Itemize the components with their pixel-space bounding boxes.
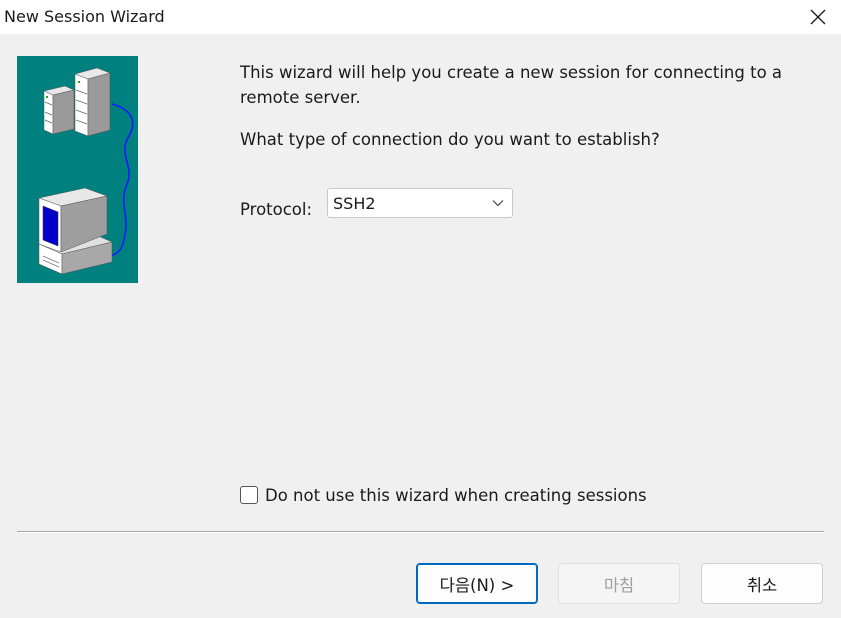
skip-wizard-label[interactable]: Do not use this wizard when creating ses…	[265, 486, 647, 505]
protocol-dropdown[interactable]: SSH2	[327, 188, 513, 218]
separator	[17, 531, 824, 533]
close-button[interactable]	[795, 0, 841, 34]
computer-server-illustration	[17, 56, 138, 283]
intro-text: This wizard will help you create a new s…	[240, 63, 783, 107]
protocol-label: Protocol:	[240, 200, 313, 219]
title-bar: New Session Wizard	[0, 0, 841, 34]
close-icon	[810, 9, 826, 25]
window-title: New Session Wizard	[4, 7, 165, 26]
server-small-icon	[43, 85, 75, 135]
protocol-selected-value: SSH2	[333, 194, 376, 213]
finish-button[interactable]: 마침	[558, 563, 680, 604]
skip-wizard-checkbox[interactable]	[240, 486, 258, 504]
next-button[interactable]: 다음(N) >	[416, 563, 538, 604]
workstation-icon	[38, 187, 113, 275]
question-text: What type of connection do you want to e…	[240, 130, 660, 149]
chevron-down-icon	[492, 200, 504, 207]
server-large-icon	[74, 67, 111, 137]
cancel-button[interactable]: 취소	[701, 563, 823, 604]
skip-wizard-option[interactable]: Do not use this wizard when creating ses…	[240, 483, 647, 507]
